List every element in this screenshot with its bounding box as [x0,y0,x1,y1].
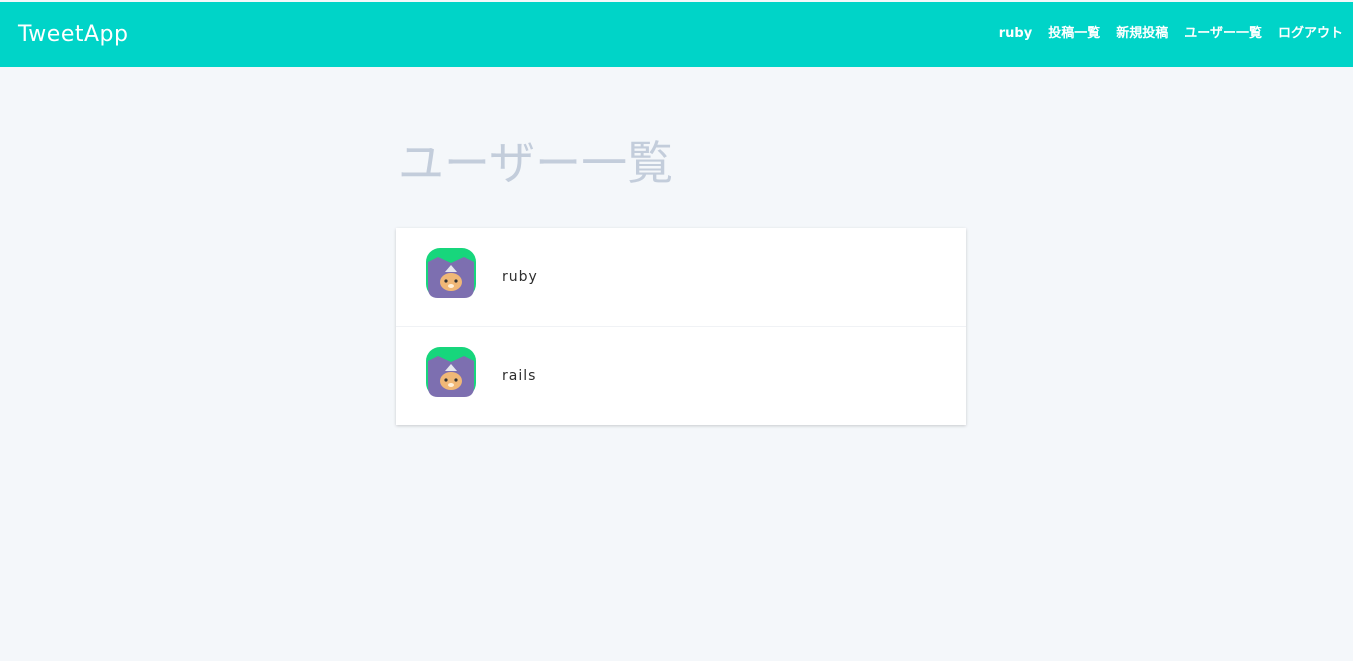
page-title: ユーザー一覧 [398,136,674,190]
user-row[interactable]: ruby [396,228,966,327]
nav-users-index[interactable]: ユーザー一覧 [1184,24,1262,44]
main-nav: ruby 投稿一覧 新規投稿 ユーザー一覧 ログアウト [999,24,1343,44]
user-list: ruby rails [396,228,966,425]
nav-new-post[interactable]: 新規投稿 [1116,24,1168,44]
user-name: ruby [502,269,538,285]
nav-posts-index[interactable]: 投稿一覧 [1048,24,1100,44]
top-bar: TweetApp ruby 投稿一覧 新規投稿 ユーザー一覧 ログアウト [0,2,1353,67]
avatar [426,347,476,397]
user-row[interactable]: rails [396,327,966,425]
avatar [426,248,476,298]
user-name: rails [502,368,537,384]
nav-current-user[interactable]: ruby [999,24,1032,44]
nav-logout[interactable]: ログアウト [1278,24,1343,44]
brand-logo-link[interactable]: TweetApp [18,20,128,50]
